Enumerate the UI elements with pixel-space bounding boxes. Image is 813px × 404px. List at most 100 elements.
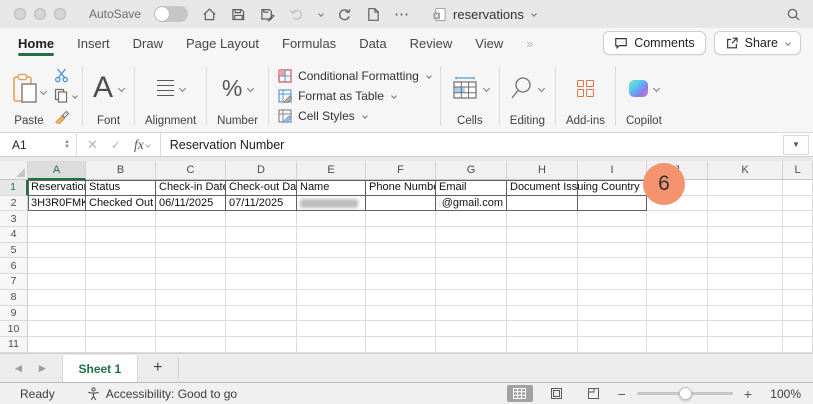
cell-L1[interactable] (783, 180, 813, 196)
row-header-9[interactable]: 9 (0, 306, 28, 322)
cell-G11[interactable] (436, 337, 507, 353)
column-header-G[interactable]: G (436, 161, 507, 180)
cell-B11[interactable] (86, 337, 156, 353)
cell-H7[interactable] (507, 274, 578, 290)
cell-D6[interactable] (226, 258, 297, 274)
close-window-button[interactable] (14, 8, 26, 20)
cell-H9[interactable] (507, 306, 578, 322)
cell-F2[interactable] (366, 196, 436, 212)
cell-E1[interactable]: Name (297, 180, 366, 196)
formula-bar-expand-button[interactable]: ▼ (783, 135, 809, 155)
cell-C8[interactable] (156, 290, 226, 306)
cell-L11[interactable] (783, 337, 813, 353)
cell-G3[interactable] (436, 211, 507, 227)
cell-D11[interactable] (226, 337, 297, 353)
cell-C2[interactable]: 06/11/2025 (156, 196, 226, 212)
tabs-overflow-icon[interactable]: » (526, 36, 533, 51)
cell-B1[interactable]: Status (86, 180, 156, 196)
prev-sheet-icon[interactable]: ◀ (15, 363, 22, 374)
tab-draw[interactable]: Draw (133, 30, 163, 57)
row-header-6[interactable]: 6 (0, 258, 28, 274)
cell-E2[interactable] (297, 196, 366, 212)
cell-B10[interactable] (86, 321, 156, 337)
cell-F11[interactable] (366, 337, 436, 353)
share-button[interactable]: Share (714, 31, 801, 55)
cell-G7[interactable] (436, 274, 507, 290)
next-sheet-icon[interactable]: ▶ (39, 363, 46, 374)
copilot-group[interactable]: Copilot (617, 63, 671, 129)
cell-L3[interactable] (783, 211, 813, 227)
cancel-icon[interactable]: ✕ (87, 137, 98, 153)
cell-F4[interactable] (366, 227, 436, 243)
cell-I11[interactable] (578, 337, 647, 353)
select-all-corner[interactable] (0, 161, 28, 180)
cell-J11[interactable] (647, 337, 708, 353)
column-header-E[interactable]: E (297, 161, 366, 180)
cell-D8[interactable] (226, 290, 297, 306)
cell-G5[interactable] (436, 243, 507, 259)
cell-G4[interactable] (436, 227, 507, 243)
cell-I9[interactable] (578, 306, 647, 322)
cells-group[interactable]: Cells (442, 63, 498, 129)
cell-L9[interactable] (783, 306, 813, 322)
cell-F10[interactable] (366, 321, 436, 337)
format-painter-button[interactable] (54, 107, 77, 125)
cell-D9[interactable] (226, 306, 297, 322)
add-sheet-button[interactable]: + (138, 354, 178, 382)
cell-A1[interactable]: Reservation Number (28, 180, 86, 196)
addins-group[interactable]: Add-ins (557, 63, 614, 129)
cell-styles-button[interactable]: Cell Styles (278, 106, 431, 126)
cell-F3[interactable] (366, 211, 436, 227)
cell-K6[interactable] (708, 258, 783, 274)
normal-view-button[interactable] (507, 385, 533, 402)
cell-F1[interactable]: Phone Number (366, 180, 436, 196)
cell-K1[interactable] (708, 180, 783, 196)
search-icon[interactable] (785, 6, 801, 22)
tab-home[interactable]: Home (18, 30, 54, 57)
cell-B9[interactable] (86, 306, 156, 322)
tab-review[interactable]: Review (410, 30, 453, 57)
cell-I2[interactable] (578, 196, 647, 212)
cell-I8[interactable] (578, 290, 647, 306)
cell-K7[interactable] (708, 274, 783, 290)
cell-B2[interactable]: Checked Out (86, 196, 156, 212)
cell-I7[interactable] (578, 274, 647, 290)
cell-D1[interactable]: Check-out Date (226, 180, 297, 196)
row-header-5[interactable]: 5 (0, 243, 28, 259)
cell-I4[interactable] (578, 227, 647, 243)
cell-E3[interactable] (297, 211, 366, 227)
home-icon[interactable] (201, 6, 217, 22)
zoom-slider[interactable] (637, 392, 733, 395)
cell-J9[interactable] (647, 306, 708, 322)
cell-C3[interactable] (156, 211, 226, 227)
more-commands-icon[interactable]: ⋯ (394, 5, 410, 23)
cell-I6[interactable] (578, 258, 647, 274)
row-header-2[interactable]: 2 (0, 196, 28, 212)
cell-H10[interactable] (507, 321, 578, 337)
cell-H2[interactable] (507, 196, 578, 212)
cell-H6[interactable] (507, 258, 578, 274)
cell-A9[interactable] (28, 306, 86, 322)
undo-icon[interactable] (288, 6, 304, 22)
cell-C6[interactable] (156, 258, 226, 274)
cell-E10[interactable] (297, 321, 366, 337)
alignment-group[interactable]: Alignment (136, 63, 205, 129)
page-layout-view-button[interactable] (544, 385, 570, 402)
cell-H5[interactable] (507, 243, 578, 259)
cell-J6[interactable] (647, 258, 708, 274)
cell-A5[interactable] (28, 243, 86, 259)
cell-D10[interactable] (226, 321, 297, 337)
cell-E4[interactable] (297, 227, 366, 243)
column-header-I[interactable]: I (578, 161, 647, 180)
format-as-table-button[interactable]: Format as Table (278, 86, 431, 106)
column-header-A[interactable]: A (28, 161, 86, 180)
cell-A6[interactable] (28, 258, 86, 274)
zoom-level[interactable]: 100% (763, 387, 801, 401)
accessibility-status[interactable]: Accessibility: Good to go (87, 387, 237, 401)
cell-A3[interactable] (28, 211, 86, 227)
cell-E9[interactable] (297, 306, 366, 322)
cell-D7[interactable] (226, 274, 297, 290)
sheet-tab-sheet1[interactable]: Sheet 1 (62, 355, 138, 382)
comments-button[interactable]: Comments (603, 31, 705, 55)
enter-icon[interactable]: ✓ (111, 138, 121, 152)
